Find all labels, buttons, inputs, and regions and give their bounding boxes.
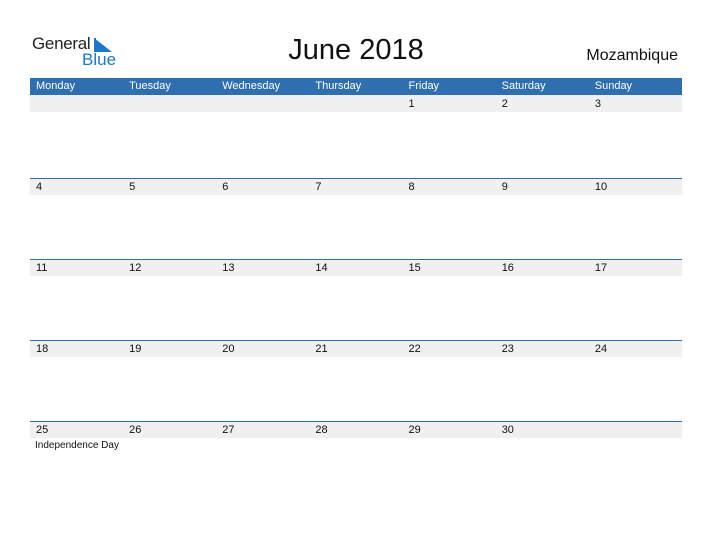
day-number: 29: [408, 424, 421, 436]
day-number: 18: [36, 343, 49, 355]
day-number: 26: [129, 424, 142, 436]
weekday-monday: Monday: [36, 80, 76, 92]
weekday-sunday: Sunday: [594, 80, 633, 92]
day-cell: 30: [496, 421, 589, 502]
day-number: 5: [129, 181, 136, 193]
day-number: 12: [129, 262, 142, 274]
day-cell: 10: [589, 178, 682, 259]
day-number: 13: [222, 262, 235, 274]
day-number: 2: [501, 98, 508, 110]
day-number: 25: [36, 424, 49, 436]
day-cell: 24: [589, 340, 682, 421]
day-number: 6: [222, 181, 229, 193]
day-cell: [123, 95, 216, 176]
weekday-header: Monday Tuesday Wednesday Thursday Friday…: [30, 78, 682, 95]
day-cell: [309, 95, 402, 176]
day-number: 20: [222, 343, 235, 355]
day-cell: 6: [216, 178, 309, 259]
day-number: 8: [408, 181, 415, 193]
week-row: 1 2 3: [30, 95, 682, 176]
week-row: 18 19 20 21 22 23 24: [30, 340, 682, 421]
day-cell: 19: [123, 340, 216, 421]
week-row: 11 12 13 14 15 16 17: [30, 259, 682, 340]
weekday-saturday: Saturday: [501, 80, 546, 92]
day-cell: [216, 95, 309, 176]
day-number: 22: [408, 343, 421, 355]
day-cell: 5: [123, 178, 216, 259]
country-label: Mozambique: [586, 47, 678, 64]
day-number: 30: [501, 424, 514, 436]
weekday-thursday: Thursday: [315, 80, 362, 92]
weekday-wednesday: Wednesday: [222, 80, 281, 92]
day-number: 10: [594, 181, 608, 193]
day-cell: 23: [496, 340, 589, 421]
day-cell: 21: [309, 340, 402, 421]
day-number: 19: [129, 343, 142, 355]
day-cell: 28: [309, 421, 402, 502]
day-cell: 29: [403, 421, 496, 502]
day-number: 27: [222, 424, 235, 436]
day-cell: 16: [496, 259, 589, 340]
day-cell: 3: [589, 95, 682, 176]
day-number: 4: [36, 181, 43, 193]
day-number: 17: [594, 262, 608, 274]
day-cell: 11: [30, 259, 123, 340]
day-cell: 26: [123, 421, 216, 502]
day-cell: 12: [123, 259, 216, 340]
holiday-label: Independence Day: [35, 440, 119, 451]
day-number: 1: [408, 98, 415, 110]
day-cell: 1: [403, 95, 496, 176]
day-cell: 4: [30, 178, 123, 259]
day-number: 14: [315, 262, 328, 274]
day-cell: 7: [309, 178, 402, 259]
day-cell: 22: [403, 340, 496, 421]
day-cell: 17: [589, 259, 682, 340]
day-number: 28: [315, 424, 328, 436]
day-cell: 9: [496, 178, 589, 259]
day-number: 15: [408, 262, 421, 274]
day-number: 11: [36, 262, 48, 274]
day-cell: 8: [403, 178, 496, 259]
day-number: 21: [315, 343, 328, 355]
day-cell: 20: [216, 340, 309, 421]
day-cell: [589, 421, 682, 502]
day-cell: 25 Independence Day: [30, 421, 123, 502]
week-row: 4 5 6 7 8 9 10: [30, 178, 682, 259]
day-number: 9: [501, 181, 508, 193]
day-cell: 18: [30, 340, 123, 421]
day-cell: [30, 95, 123, 176]
day-number: 23: [501, 343, 514, 355]
day-number: 7: [315, 181, 322, 193]
day-number: 24: [594, 343, 608, 355]
day-number: 16: [501, 262, 514, 274]
weekday-tuesday: Tuesday: [129, 80, 171, 92]
day-cell: 15: [403, 259, 496, 340]
week-row: 25 Independence Day 26 27 28 29 30: [30, 421, 682, 502]
day-number: 3: [594, 98, 601, 110]
day-cell: 2: [496, 95, 589, 176]
day-cell: 27: [216, 421, 309, 502]
weekday-friday: Friday: [408, 80, 440, 92]
day-cell: 14: [309, 259, 402, 340]
day-cell: 13: [216, 259, 309, 340]
